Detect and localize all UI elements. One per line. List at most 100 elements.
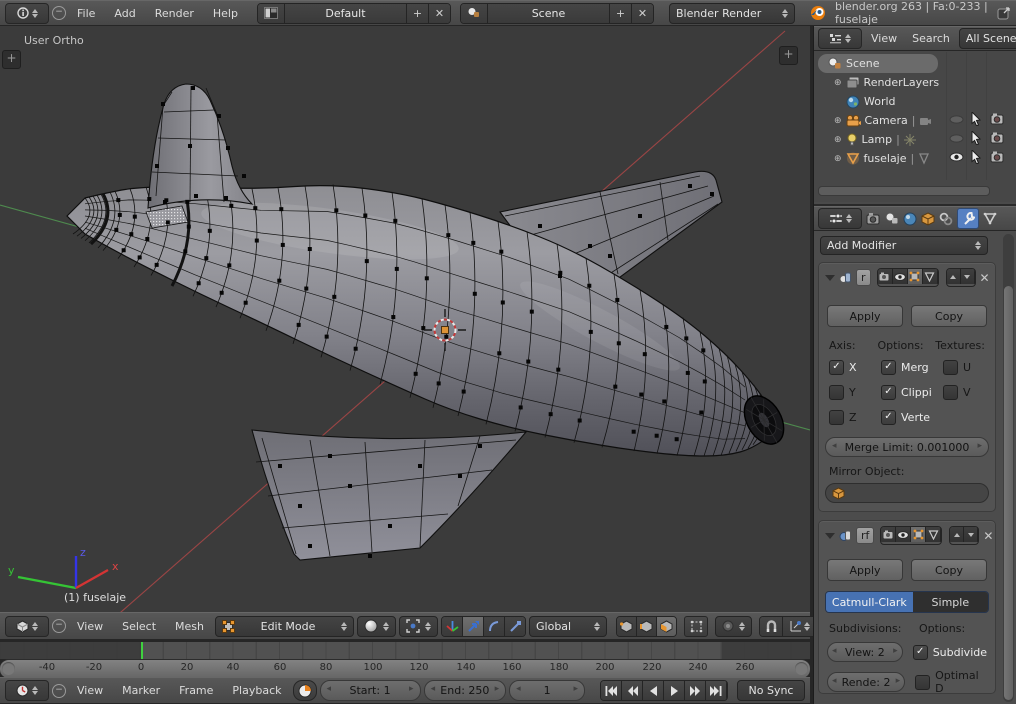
menu-select[interactable]: Select xyxy=(114,618,164,635)
start-frame-field[interactable]: ◂ Start: 1 ▸ xyxy=(319,680,421,701)
outliner-row-renderlayers[interactable]: ⊕ RenderLayers xyxy=(828,73,1016,92)
manipulator-toggle[interactable] xyxy=(442,616,464,636)
decrement-icon[interactable]: ◂ xyxy=(832,441,837,451)
viewport-visibility-toggle[interactable] xyxy=(896,527,912,542)
viewport-visibility-toggle[interactable] xyxy=(892,269,908,284)
menu-playback[interactable]: Playback xyxy=(224,682,289,699)
tab-constraints-icon[interactable] xyxy=(939,212,953,226)
editmode-display-toggle[interactable] xyxy=(911,527,927,542)
screen-layout-button[interactable] xyxy=(257,3,285,23)
next-keyframe-button[interactable] xyxy=(685,681,706,700)
current-frame-field[interactable]: ◂ 1 ▸ xyxy=(509,680,585,701)
checkbox-optimal-display[interactable]: Optimal D xyxy=(915,669,987,695)
scrollbar-cap-left[interactable] xyxy=(2,662,15,675)
decrement-icon[interactable]: ◂ xyxy=(431,684,436,694)
expand-icon[interactable]: ⊕ xyxy=(834,154,842,164)
checkbox-merge[interactable]: ✓ Merg xyxy=(881,360,943,375)
outliner-hscrollbar[interactable] xyxy=(818,186,990,196)
collapse-menus-icon[interactable]: − xyxy=(52,619,66,633)
expand-icon[interactable]: ⊕ xyxy=(834,78,842,88)
face-select-button[interactable] xyxy=(657,616,677,636)
outliner-scope-dropdown[interactable]: All Scenes xyxy=(958,28,1016,49)
selectable-cursor-icon[interactable] xyxy=(971,131,982,145)
menu-frame[interactable]: Frame xyxy=(171,682,221,699)
properties-scrollbar-track[interactable] xyxy=(1003,234,1014,702)
tool-shelf-plus-button[interactable]: + xyxy=(2,50,21,69)
editor-type-selector-outliner[interactable] xyxy=(818,28,862,49)
collapse-menus-icon[interactable]: − xyxy=(52,683,66,698)
current-frame-playhead[interactable] xyxy=(141,642,143,659)
editor-type-selector-timeline[interactable] xyxy=(5,680,49,701)
outliner-row-fuselaje[interactable]: ⊕ fuselaje | xyxy=(828,149,1016,168)
decrement-icon[interactable]: ◂ xyxy=(327,684,332,694)
tab-render-icon[interactable] xyxy=(866,212,881,225)
move-modifier-down-button[interactable] xyxy=(960,269,975,284)
screen-name-field[interactable]: Default xyxy=(284,3,407,23)
n-panel-plus-button[interactable]: + xyxy=(779,46,798,65)
menu-file[interactable]: File xyxy=(69,5,103,22)
snap-toggle-button[interactable] xyxy=(760,616,784,636)
checkbox-axis-z[interactable]: Z xyxy=(829,410,881,425)
render-toggle[interactable] xyxy=(877,269,893,284)
properties-scrollbar-thumb[interactable] xyxy=(1004,286,1013,700)
vertex-select-button[interactable] xyxy=(617,616,638,636)
expand-icon[interactable]: ⊕ xyxy=(834,135,842,145)
outliner-row-scene[interactable]: Scene xyxy=(814,54,1016,73)
tab-world-icon[interactable] xyxy=(903,212,917,226)
checkbox-axis-y[interactable]: Y xyxy=(829,385,881,400)
view-subdivisions-field[interactable]: ◂ View: 2 ▸ xyxy=(827,642,903,662)
merge-limit-field[interactable]: ◂ Merge Limit: 0.001000 ▸ xyxy=(825,437,989,457)
checkbox-clipping[interactable]: ✓ Clippi xyxy=(881,385,943,400)
timeline-ruler[interactable]: -40 -20 0 20 40 60 80 100 120 140 160 18… xyxy=(0,659,810,679)
menu-view[interactable]: View xyxy=(69,618,111,635)
add-scene-button[interactable]: + xyxy=(609,3,632,23)
scene-browse-button[interactable] xyxy=(460,3,488,23)
play-button[interactable] xyxy=(664,681,685,700)
increment-icon[interactable]: ▸ xyxy=(977,441,982,451)
apply-button[interactable]: Apply xyxy=(827,559,903,581)
tab-scene-icon[interactable] xyxy=(885,212,899,225)
move-modifier-down-button[interactable] xyxy=(964,527,979,542)
checkbox-subdivide-uvs[interactable]: ✓ Subdivide xyxy=(912,644,987,660)
delete-modifier-button[interactable]: ✕ xyxy=(983,529,993,543)
render-restrict-icon[interactable] xyxy=(990,132,1005,144)
render-restrict-icon[interactable] xyxy=(990,151,1005,163)
eye-closed-icon[interactable] xyxy=(949,134,964,143)
outliner-row-world[interactable]: World xyxy=(840,92,1016,111)
render-subdivisions-field[interactable]: ◂ Rende: 2 ▸ xyxy=(827,672,906,692)
scale-manipulator-button[interactable] xyxy=(505,616,526,636)
menu-view[interactable]: View xyxy=(865,30,903,47)
limit-selection-visible-button[interactable] xyxy=(684,615,709,637)
delete-screen-button[interactable]: ✕ xyxy=(428,3,450,23)
outliner-row-camera[interactable]: ⊕ Camera | xyxy=(828,111,1016,130)
modifier-name-field[interactable]: r xyxy=(856,269,871,286)
add-modifier-dropdown[interactable]: Add Modifier xyxy=(820,236,988,255)
tab-object-icon[interactable] xyxy=(921,211,935,226)
timeline-track[interactable] xyxy=(0,642,810,659)
cage-toggle[interactable] xyxy=(926,527,942,542)
editor-type-selector-info[interactable] xyxy=(5,2,49,24)
eye-closed-icon[interactable] xyxy=(949,115,964,124)
copy-button[interactable]: Copy xyxy=(911,305,987,327)
decrement-icon[interactable]: ◂ xyxy=(516,684,521,694)
expand-triangle-icon[interactable] xyxy=(825,274,835,281)
add-screen-button[interactable]: + xyxy=(406,3,429,23)
tab-modifiers-active[interactable] xyxy=(957,208,979,229)
modifier-name-field[interactable]: rf xyxy=(856,527,875,544)
collapse-menus-icon[interactable]: − xyxy=(52,6,66,20)
expand-icon[interactable]: ⊕ xyxy=(834,116,842,126)
selectable-cursor-icon[interactable] xyxy=(971,150,982,164)
render-restrict-icon[interactable] xyxy=(990,113,1005,125)
move-modifier-up-button[interactable] xyxy=(946,269,961,284)
apply-button[interactable]: Apply xyxy=(827,305,903,327)
menu-marker[interactable]: Marker xyxy=(114,682,168,699)
editor-type-selector-properties[interactable] xyxy=(818,208,862,229)
translate-manipulator-button[interactable] xyxy=(463,616,485,636)
menu-search[interactable]: Search xyxy=(906,30,956,47)
time-display-toggle[interactable] xyxy=(292,680,317,701)
orientation-dropdown[interactable]: Global xyxy=(529,615,608,637)
window-duplicate-icon[interactable] xyxy=(997,6,1011,20)
edge-select-button[interactable] xyxy=(637,616,658,636)
tab-data-icon[interactable] xyxy=(983,212,997,225)
simple-button[interactable]: Simple xyxy=(912,592,988,612)
